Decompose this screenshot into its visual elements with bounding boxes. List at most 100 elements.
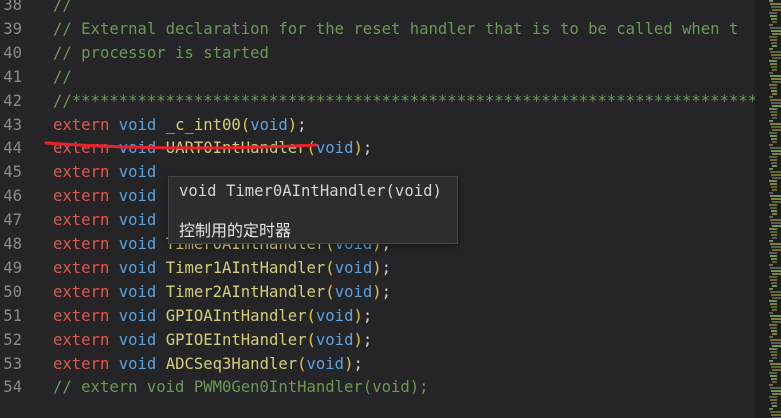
line-text: extern void ADCSeq3Handler(void); <box>53 352 363 376</box>
code-line[interactable]: 39 // External declaration for the reset … <box>0 17 755 41</box>
line-number: 39 <box>3 19 22 38</box>
code-token-keyword: extern <box>53 115 110 134</box>
minimap-line <box>772 237 777 239</box>
line-number: 43 <box>3 115 22 134</box>
code-line[interactable]: 50 extern void Timer2AIntHandler(void); <box>0 280 755 304</box>
minimap-line <box>769 216 773 218</box>
minimap-line <box>770 363 781 365</box>
minimap-line <box>771 186 777 188</box>
minimap-line <box>771 18 777 20</box>
minimap-line <box>771 294 781 296</box>
minimap-line <box>771 222 781 224</box>
minimap-line <box>771 198 781 200</box>
minimap-line <box>772 405 777 407</box>
minimap-line <box>769 252 777 254</box>
minimap-line <box>770 147 781 149</box>
line-number: 54 <box>3 378 22 397</box>
line-number: 42 <box>3 91 22 110</box>
line-number: 52 <box>3 330 22 349</box>
minimap-line <box>770 351 777 353</box>
code-line[interactable]: 52 extern void GPIOEIntHandler(void); <box>0 328 755 352</box>
line-text: extern void UART0IntHandler(void); <box>53 136 372 160</box>
minimap-line <box>772 249 781 251</box>
code-token-type: void <box>118 211 157 230</box>
code-token-func: UART0IntHandler <box>165 139 307 158</box>
minimap-line <box>772 129 781 131</box>
minimap-line <box>771 162 777 164</box>
code-token-type: void <box>250 115 288 134</box>
code-token-punct <box>109 139 118 157</box>
code-token-type: void <box>315 139 354 158</box>
minimap-line <box>769 264 773 266</box>
code-line[interactable]: 44 extern void UART0IntHandler(void); <box>0 136 755 160</box>
minimap-line <box>769 384 773 386</box>
minimap-line <box>770 339 781 341</box>
code-line[interactable]: 40 // processor is started <box>0 41 755 65</box>
code-token-paren: ) <box>353 139 363 158</box>
minimap-line <box>769 96 773 98</box>
code-token-paren: ( <box>306 306 316 325</box>
code-token-type: void <box>306 354 345 373</box>
tooltip-signature: void Timer0AIntHandler(void) <box>179 182 442 200</box>
minimap-line <box>770 87 777 89</box>
minimap-line <box>770 267 781 269</box>
code-token-punct <box>156 331 165 349</box>
code-token-punct <box>156 283 165 301</box>
code-token-punct <box>109 259 118 277</box>
code-token-type: void <box>118 163 157 182</box>
code-token-keyword: extern <box>53 354 110 373</box>
line-text: extern void <box>53 184 156 208</box>
code-token-keyword: extern <box>53 258 110 277</box>
minimap-line <box>769 312 773 314</box>
minimap-line <box>771 102 781 104</box>
line-text: // External declaration for the reset ha… <box>53 17 738 41</box>
minimap-line <box>772 81 781 83</box>
code-line[interactable]: 49 extern void Timer1AIntHandler(void); <box>0 256 755 280</box>
minimap-line <box>772 369 781 371</box>
line-number: 41 <box>3 67 22 86</box>
code-token-paren: ) <box>287 115 298 134</box>
code-token-comment: // processor is started <box>53 43 269 62</box>
line-number: 48 <box>3 235 22 253</box>
code-line[interactable]: 54 // extern void PWM0Gen0IntHandler(void… <box>0 375 755 399</box>
minimap-line <box>770 171 781 173</box>
minimap-line <box>770 375 777 377</box>
code-line[interactable]: 43 extern void _c_int00(void); <box>0 113 755 137</box>
code-token-punct <box>156 235 165 253</box>
code-token-keyword: extern <box>53 306 110 325</box>
minimap-line <box>770 303 777 305</box>
minimap-line <box>771 378 777 380</box>
minimap-line <box>770 327 777 329</box>
minimap-line <box>772 225 781 227</box>
minimap-line <box>769 396 777 398</box>
minimap-line <box>769 72 773 74</box>
minimap-line <box>772 201 781 203</box>
minimap-line <box>771 42 777 44</box>
code-line[interactable]: 53 extern void ADCSeq3Handler(void); <box>0 352 755 376</box>
code-line[interactable]: 42 //************************************… <box>0 89 755 113</box>
code-line[interactable]: 38 // <box>0 0 755 17</box>
line-text: extern void GPIOEIntHandler(void); <box>53 328 372 352</box>
minimap-line <box>769 240 773 242</box>
code-token-punct <box>109 307 118 325</box>
line-number: 46 <box>3 187 22 206</box>
minimap-line <box>772 273 781 275</box>
code-token-punct: ; <box>381 282 392 301</box>
code-line[interactable]: 41 // <box>0 65 755 89</box>
minimap-line <box>772 9 781 11</box>
minimap-line <box>770 75 781 77</box>
code-token-keyword: extern <box>53 282 110 301</box>
minimap-line <box>772 333 777 335</box>
code-editor[interactable]: 38 // 39 // External declaration for the re… <box>0 0 755 418</box>
code-line[interactable]: 51 extern void GPIOAIntHandler(void); <box>0 304 755 328</box>
minimap-line <box>771 258 777 260</box>
minimap-line <box>772 393 781 395</box>
minimap-line <box>769 192 773 194</box>
minimap-line <box>770 99 781 101</box>
code-token-type: void <box>315 330 354 349</box>
minimap[interactable] <box>755 0 781 418</box>
minimap-line <box>771 174 781 176</box>
code-token-func: GPIOAIntHandler <box>165 306 307 325</box>
minimap-line <box>772 189 777 191</box>
line-number: 49 <box>3 258 22 277</box>
